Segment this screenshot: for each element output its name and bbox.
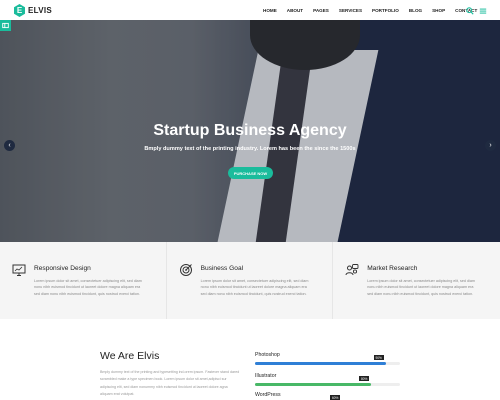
hero-slider: Startup Business Agency Bmply dummy text…: [0, 20, 500, 242]
service-text: Lorem ipsum dolor sit amet, consectetuer…: [34, 279, 142, 296]
next-slide-icon[interactable]: ›: [485, 140, 496, 151]
nav-about[interactable]: ABOUT: [282, 8, 308, 13]
prev-slide-icon[interactable]: ‹: [4, 140, 15, 151]
skill-percent: 60%: [330, 395, 341, 400]
service-title: Responsive Design: [34, 265, 91, 272]
monitor-icon: [12, 263, 26, 277]
logo[interactable]: E ELVIS: [14, 4, 52, 17]
nav-shop[interactable]: SHOP: [427, 8, 450, 13]
nav-services[interactable]: SERVICES: [334, 8, 367, 13]
target-icon: [179, 263, 193, 277]
nav-portfolio[interactable]: PORTFOLIO: [367, 8, 404, 13]
chat-users-icon: [345, 263, 359, 277]
service-card: Responsive Design Lorem ipsum dolor sit …: [0, 242, 167, 319]
skill-track: 90%: [255, 355, 400, 365]
skill-bar: [255, 362, 386, 365]
service-title: Market Research: [367, 265, 418, 272]
about-text: Bmply dummy text of the printing and typ…: [100, 370, 240, 397]
search-icon[interactable]: [465, 6, 474, 15]
hero-title: Startup Business Agency: [153, 122, 347, 139]
site-header: E ELVIS HOME ABOUT PAGES SERVICES PORTFO…: [0, 0, 500, 20]
nav-blog[interactable]: BLOG: [404, 8, 427, 13]
service-card: Market Research Lorem ipsum dolor sit am…: [333, 242, 500, 319]
service-title: Business Goal: [200, 265, 244, 272]
purchase-now-button[interactable]: PURCHASE NOW: [228, 167, 273, 179]
settings-tab-icon[interactable]: [0, 20, 11, 31]
skill-track: 80%: [255, 376, 400, 386]
skill-photoshop: Photoshop 90%: [255, 352, 405, 365]
skill-wordpress: WordPress 60%: [255, 392, 405, 400]
nav-pages[interactable]: PAGES: [308, 8, 334, 13]
skill-percent: 80%: [359, 376, 370, 381]
logo-mark: E: [14, 4, 25, 17]
main-nav: HOME ABOUT PAGES SERVICES PORTFOLIO BLOG…: [258, 0, 482, 20]
nav-home[interactable]: HOME: [258, 8, 282, 13]
menu-icon[interactable]: [478, 6, 487, 15]
logo-text: ELVIS: [28, 6, 53, 15]
skill-bar: [255, 383, 371, 386]
service-text: Lorem ipsum dolor sit amet, consectetuer…: [367, 279, 475, 296]
about-title: We Are Elvis: [100, 350, 160, 362]
service-text: Lorem ipsum dolor sit amet, consectetuer…: [200, 279, 309, 296]
services-section: Responsive Design Lorem ipsum dolor sit …: [0, 242, 500, 319]
skill-percent: 90%: [373, 355, 384, 360]
hero-subtitle: Bmply dummy text of the printing industr…: [144, 146, 356, 152]
service-card: Business Goal Lorem ipsum dolor sit amet…: [167, 242, 334, 319]
skill-illustrator: Illustrator 80%: [255, 373, 405, 386]
skill-label: Illustrator: [255, 373, 277, 379]
